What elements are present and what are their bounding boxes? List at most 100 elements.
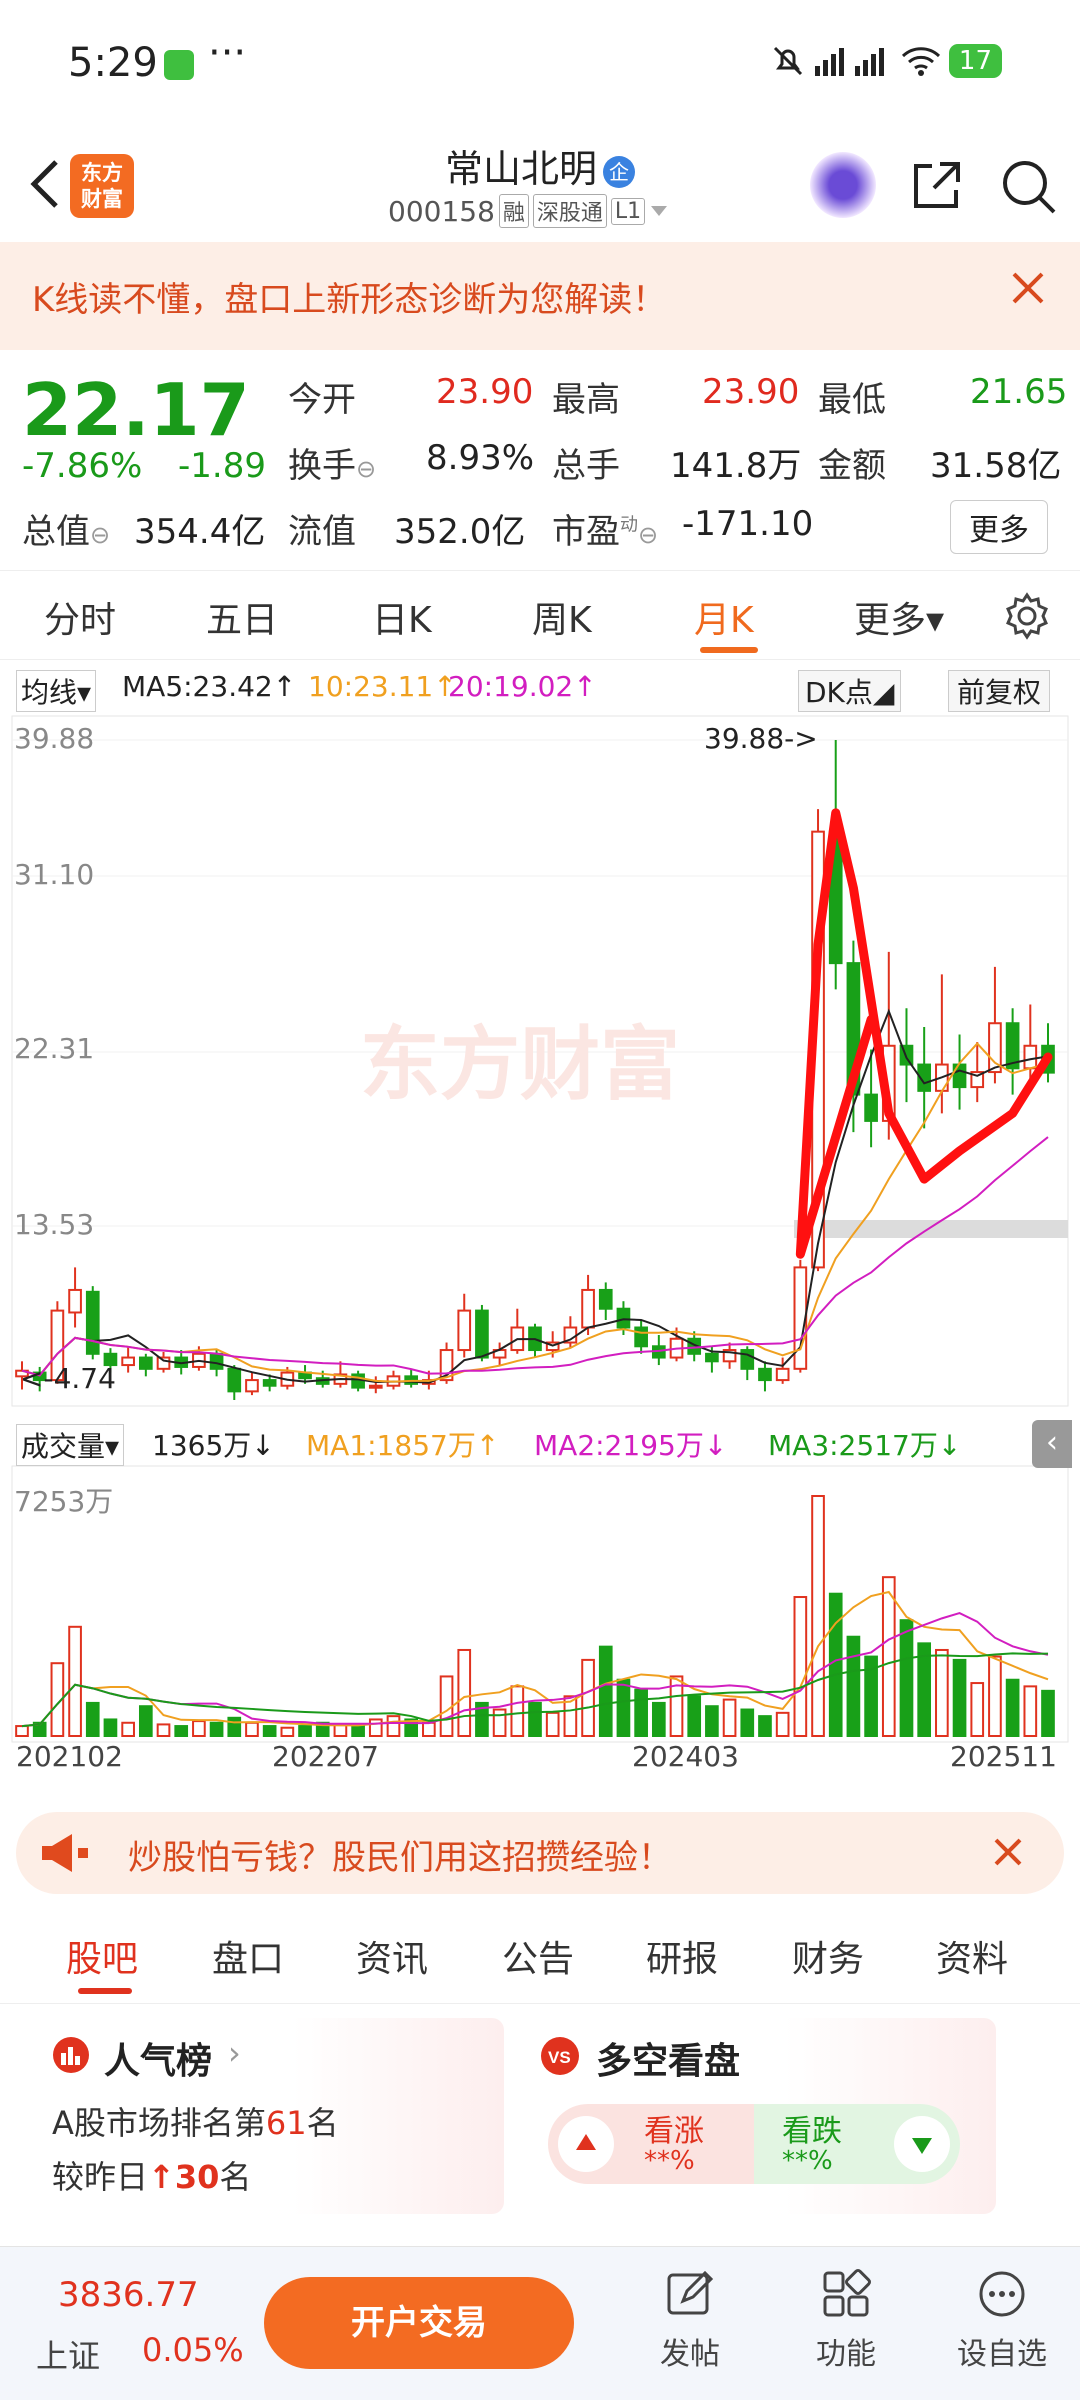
chart-canvas [11, 715, 1069, 1743]
settings-icon[interactable] [1002, 591, 1052, 641]
volume-bar [1005, 1678, 1020, 1738]
more-button[interactable]: 更多 [950, 500, 1048, 554]
candle [262, 1379, 277, 1387]
index-name[interactable]: 上证 [36, 2331, 100, 2377]
pe-label: 市盈动⊖ [552, 512, 659, 552]
candle [598, 1288, 613, 1310]
status-bar: 5:29 ··· 17 [0, 0, 1080, 130]
volume-bar [722, 1698, 737, 1738]
volume-selector[interactable]: 成交量▾ [16, 1424, 125, 1466]
tab-monthly[interactable]: 月K [694, 591, 754, 643]
bull-button[interactable]: 看涨 **% [548, 2104, 754, 2184]
function-label: 功能 [816, 2337, 876, 2372]
float-label: 流值 [288, 512, 356, 552]
watchlist-label: 设自选 [957, 2337, 1047, 2372]
share-icon[interactable] [908, 158, 964, 214]
tab-announcements[interactable]: 公告 [502, 1930, 574, 1982]
open-account-trade-button[interactable]: 开户交易 [264, 2277, 574, 2369]
volume-bar [775, 1711, 790, 1737]
adjust-button[interactable]: 前复权 [948, 670, 1051, 712]
popularity-card[interactable]: 人气榜 › A股市场排名第61名 较昨日↑30名 [34, 2018, 504, 2214]
volume-bar [245, 1721, 259, 1737]
battery-icon: 17 [948, 44, 1002, 78]
charging-icon [164, 50, 194, 80]
bull-bear-title: 多空看盘 [596, 2041, 741, 2082]
volume-bar [935, 1648, 949, 1737]
bull-bear-card[interactable]: VS 多空看盘 看涨 **% 看跌 **% [526, 2018, 996, 2214]
info-tabs: 股吧 盘口 资讯 公告 研报 财务 资料 [0, 1908, 1080, 2004]
tab-finance[interactable]: 财务 [792, 1930, 864, 1982]
megaphone-icon [42, 1834, 88, 1872]
volume-bar [209, 1721, 224, 1737]
index-value[interactable]: 3836.77 [58, 2275, 199, 2315]
tab-more[interactable]: 更多▾ [854, 591, 944, 643]
candle [245, 1379, 259, 1393]
bear-percent: **% [782, 2146, 833, 2176]
volume-bar [280, 1726, 295, 1737]
tab-orderbook[interactable]: 盘口 [212, 1930, 284, 1982]
promo-banner[interactable]: 炒股怕亏钱？股民们用这招攒经验！ [16, 1812, 1064, 1894]
down-arrow-icon [894, 2116, 950, 2172]
mktcap-value: 354.4亿 [134, 512, 266, 552]
high-value: 23.90 [702, 372, 800, 412]
enterprise-badge: 企 [603, 155, 635, 188]
last-price: 22.17 [22, 368, 250, 452]
stock-code: 000158 [388, 194, 495, 228]
post-button[interactable]: 发帖 [640, 2269, 740, 2373]
tab-forum[interactable]: 股吧 [66, 1930, 138, 1982]
candle [68, 1288, 82, 1314]
candle [634, 1326, 648, 1348]
high-label: 最高 [552, 380, 620, 420]
stock-header: 东方 财富 常山北明企 000158 融 深股通 L1 [0, 130, 1080, 242]
ma20-label: 20:19.02↑ [448, 670, 597, 703]
tab-daily[interactable]: 日K [372, 591, 432, 643]
y-tick: 22.31 [14, 1032, 95, 1065]
kline-chart[interactable]: 均线▾ MA5:23.42↑ 10:23.11↑ 20:19.02↑ DK点◢ … [0, 660, 1080, 1790]
mktcap-label: 总值⊖ [22, 512, 111, 552]
vma1-label: MA1:1857万↑ [306, 1429, 500, 1462]
turnover-label: 换手⊖ [288, 446, 377, 486]
bear-button[interactable]: 看跌 **% [754, 2104, 960, 2184]
dk-point-button[interactable]: DK点◢ [798, 670, 902, 712]
volume-bar [988, 1655, 1002, 1738]
quote-panel: 22.17 -7.86% -1.89 今开 23.90 最高 23.90 最低 … [0, 350, 1080, 570]
max-price-label: 39.88-> [704, 722, 818, 755]
volume-bar [528, 1701, 542, 1738]
search-icon[interactable] [1000, 158, 1058, 216]
collapse-icon[interactable]: ‹ [1032, 1420, 1072, 1468]
index-percent[interactable]: 0.05% [142, 2331, 244, 2369]
connect-tag: 深股通 [532, 194, 607, 228]
tab-research[interactable]: 研报 [646, 1930, 718, 1982]
add-watchlist-button[interactable]: 设自选 [952, 2269, 1052, 2373]
candle [581, 1288, 595, 1329]
function-button[interactable]: 功能 [796, 2269, 896, 2373]
vs-icon: VS [541, 2037, 579, 2075]
chevron-right-icon: › [228, 2034, 241, 2072]
tab-weekly[interactable]: 周K [532, 591, 592, 643]
bottom-bar: 3836.77 上证 0.05% 开户交易 发帖 功能 设自选 [0, 2246, 1080, 2400]
ma-selector[interactable]: 均线▾ [16, 670, 97, 712]
stock-code-row: 000158 融 深股通 L1 [388, 194, 669, 228]
volume-bar [616, 1678, 631, 1738]
up-arrow-icon [558, 2116, 614, 2172]
diagnosis-banner[interactable]: K线读不懂，盘口上新形态诊断为您解读！ [0, 242, 1080, 350]
popularity-title: 人气榜 [104, 2041, 213, 2082]
tab-intraday[interactable]: 分时 [44, 591, 116, 643]
close-icon[interactable] [1008, 268, 1048, 308]
tab-profile[interactable]: 资料 [936, 1930, 1008, 1982]
dropdown-icon[interactable] [649, 204, 669, 218]
volume-bar [970, 1682, 985, 1738]
bull-label: 看涨 [644, 2114, 704, 2149]
candle [227, 1367, 242, 1393]
ranking-icon [53, 2037, 89, 2073]
assistant-avatar[interactable] [810, 152, 876, 218]
tab-news[interactable]: 资讯 [356, 1930, 428, 1982]
x-label: 202102 [16, 1740, 123, 1773]
candle [475, 1309, 489, 1359]
min-price-label: <-4.74 [20, 1362, 116, 1395]
close-icon[interactable] [988, 1832, 1028, 1872]
low-value: 21.65 [970, 372, 1068, 412]
tab-5day[interactable]: 五日 [206, 591, 278, 643]
change-percent: -7.86% [22, 446, 143, 486]
rank-line: A股市场排名第61名 [52, 2104, 339, 2142]
